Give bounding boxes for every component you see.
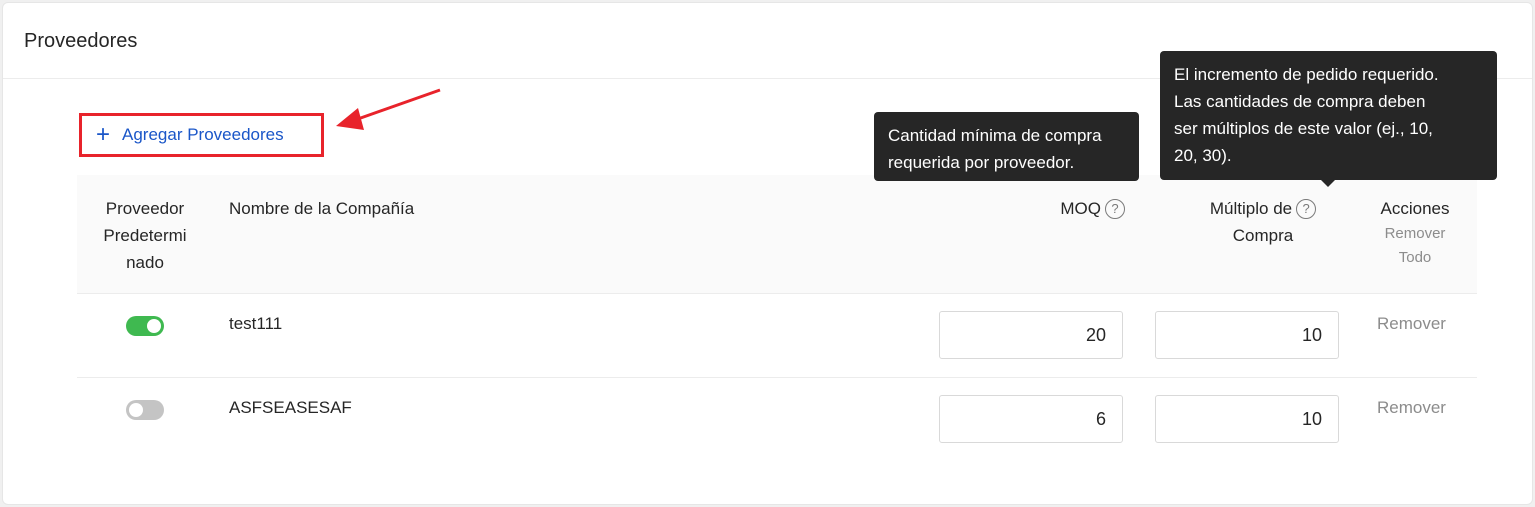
add-suppliers-label: Agregar Proveedores <box>122 125 284 144</box>
company-name: ASFSEASESAF <box>229 398 352 417</box>
multiple-tooltip: El incremento de pedido requerido. Las c… <box>1160 51 1497 187</box>
suppliers-table: Proveedor Predetermi nado Nombre de la C… <box>77 175 1477 462</box>
column-actions: Acciones Remover Todo <box>1367 195 1463 270</box>
moq-tooltip: Cantidad mínima de compra requerida por … <box>874 112 1139 181</box>
table-row: test111 Remover <box>77 294 1477 378</box>
add-suppliers-button[interactable]: + Agregar Proveedores <box>79 113 324 157</box>
remove-all-link[interactable]: Remover Todo <box>1367 222 1463 270</box>
moq-help-icon[interactable]: ? <box>1105 198 1125 219</box>
tooltip-caret <box>1321 180 1335 187</box>
default-supplier-toggle[interactable] <box>126 316 164 336</box>
moq-input[interactable] <box>939 311 1123 359</box>
column-purchase-multiple: Múltiplo de ? Compra <box>1187 195 1339 249</box>
moq-input[interactable] <box>939 395 1123 443</box>
purchase-multiple-input[interactable] <box>1155 395 1339 443</box>
table-header: Proveedor Predetermi nado Nombre de la C… <box>77 175 1477 294</box>
default-supplier-toggle[interactable] <box>126 400 164 420</box>
remove-link[interactable]: Remover <box>1377 314 1446 334</box>
purchase-multiple-input[interactable] <box>1155 311 1339 359</box>
column-moq: MOQ ? <box>1017 195 1125 222</box>
company-name: test111 <box>229 314 283 333</box>
column-default-supplier: Proveedor Predetermi nado <box>103 199 187 272</box>
plus-icon: + <box>96 121 111 148</box>
column-company-name: Nombre de la Compañía <box>229 199 415 218</box>
page-title: Proveedores <box>24 30 138 52</box>
red-arrow-annotation <box>336 88 441 130</box>
table-row: ASFSEASESAF Remover <box>77 378 1477 462</box>
multiple-help-icon[interactable]: ? <box>1296 198 1317 219</box>
remove-link[interactable]: Remover <box>1377 398 1446 418</box>
